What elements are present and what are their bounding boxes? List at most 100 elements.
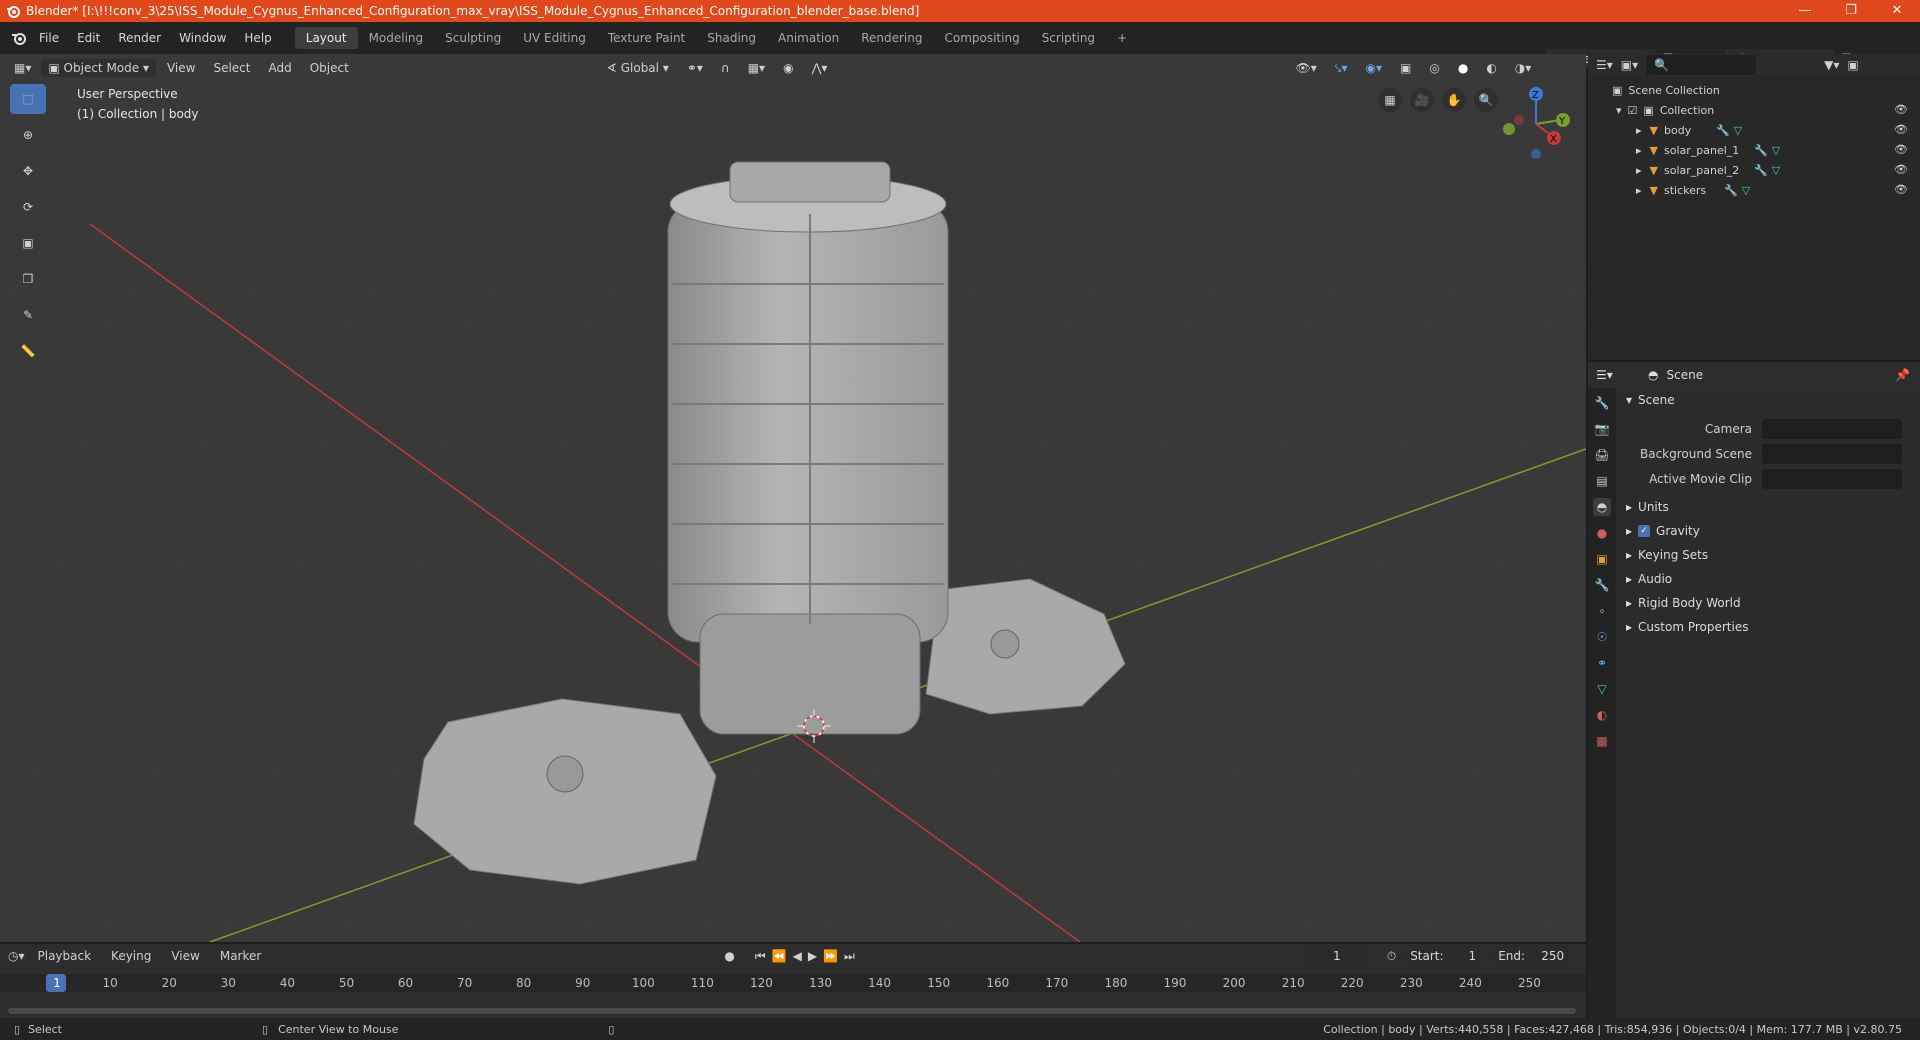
mesh-data-tab-icon[interactable]: ▽ xyxy=(1593,680,1611,698)
blender-menu-icon[interactable] xyxy=(8,29,30,47)
menu-select[interactable]: Select xyxy=(206,59,257,77)
scale-tool-icon[interactable]: ▣ xyxy=(10,228,46,258)
modifier-tab-icon[interactable]: 🔧 xyxy=(1593,576,1611,594)
modifier-wrench-icon[interactable]: 🔧 xyxy=(1724,184,1738,197)
movie-clip-field[interactable] xyxy=(1762,468,1902,489)
gravity-checkbox[interactable]: ✓ xyxy=(1638,525,1651,537)
play-icon[interactable]: ▶ xyxy=(808,949,817,963)
cursor-tool-icon[interactable]: ⊕ xyxy=(10,120,46,150)
output-tab-icon[interactable]: 🖨 xyxy=(1593,446,1611,464)
outliner-item-solar-panel-1[interactable]: ▸ ▼ solar_panel_1 🔧 ▽ 👁 xyxy=(1588,140,1920,160)
navigation-gizmo[interactable]: Z Y X xyxy=(1503,87,1570,159)
prev-keyframe-icon[interactable]: ⏪ xyxy=(772,949,787,963)
particles-tab-icon[interactable]: ∘ xyxy=(1593,602,1611,620)
gravity-section[interactable]: ▸ ✓ Gravity xyxy=(1618,519,1920,543)
snap-target-icon[interactable]: ▦▾ xyxy=(741,59,772,77)
tab-shading[interactable]: Shading xyxy=(696,27,767,49)
visibility-icon[interactable]: 👁▾ xyxy=(1288,59,1323,77)
gizmo-toggle-icon[interactable]: ⤥▾ xyxy=(1328,59,1355,78)
zoom-icon[interactable]: 🔍 xyxy=(1474,88,1498,112)
tab-rendering[interactable]: Rendering xyxy=(850,27,933,49)
outliner-item-body[interactable]: ▸ ▼ body 🔧 ▽ 👁 xyxy=(1588,120,1920,140)
restore-button[interactable]: ❐ xyxy=(1828,0,1874,22)
collapse-arrow-icon[interactable]: ▸ xyxy=(1636,124,1642,137)
display-mode-icon[interactable]: ▣▾ xyxy=(1621,58,1638,72)
outliner-item-stickers[interactable]: ▸ ▼ stickers 🔧 ▽ 👁 xyxy=(1588,180,1920,200)
physics-tab-icon[interactable]: ☉ xyxy=(1593,628,1611,646)
overlay-toggle-icon[interactable]: ◉▾ xyxy=(1359,59,1390,77)
mesh-data-icon[interactable]: ▽ xyxy=(1742,184,1750,197)
rendered-shading-icon[interactable]: ◑▾ xyxy=(1508,59,1539,77)
menu-keying[interactable]: Keying xyxy=(104,947,158,965)
mesh-data-icon[interactable]: ▽ xyxy=(1772,144,1780,157)
outliner-collection[interactable]: ▾ ☑ ▣ Collection 👁 xyxy=(1588,100,1920,120)
pan-hand-icon[interactable]: ✋ xyxy=(1442,88,1466,112)
menu-add[interactable]: Add xyxy=(262,59,299,77)
timeline-scrollbar[interactable] xyxy=(8,1008,1576,1014)
mesh-data-icon[interactable]: ▽ xyxy=(1772,164,1780,177)
outliner-editor-icon[interactable]: ☰▾ xyxy=(1596,58,1613,72)
menu-window[interactable]: Window xyxy=(170,31,235,45)
menu-view[interactable]: View xyxy=(160,59,202,77)
menu-playback[interactable]: Playback xyxy=(31,947,99,965)
eye-icon[interactable]: 👁 xyxy=(1894,163,1908,176)
snap-icon[interactable]: ∩ xyxy=(714,59,737,77)
modifier-wrench-icon[interactable]: 🔧 xyxy=(1716,124,1730,137)
object-tab-icon[interactable]: ▣ xyxy=(1593,550,1611,568)
start-frame-field[interactable]: Start: 1 xyxy=(1402,946,1485,966)
tab-compositing[interactable]: Compositing xyxy=(933,27,1030,49)
new-collection-icon[interactable]: ▣ xyxy=(1847,58,1858,72)
scene-tab-icon[interactable]: ◓ xyxy=(1593,498,1611,516)
stopwatch-icon[interactable]: ⏱ xyxy=(1387,949,1396,964)
viewport-scene[interactable]: Z Y X xyxy=(0,54,1586,942)
audio-section[interactable]: ▸ Audio xyxy=(1618,567,1920,591)
outliner-scene-collection[interactable]: ▣ Scene Collection xyxy=(1588,80,1920,100)
camera-field[interactable] xyxy=(1762,418,1902,439)
tab-scripting[interactable]: Scripting xyxy=(1031,27,1106,49)
menu-timeline-view[interactable]: View xyxy=(164,947,206,965)
outliner-item-solar-panel-2[interactable]: ▸ ▼ solar_panel_2 🔧 ▽ 👁 xyxy=(1588,160,1920,180)
xray-icon[interactable]: ▣ xyxy=(1393,59,1418,77)
checkbox-icon[interactable]: ☑ xyxy=(1628,104,1638,117)
close-button[interactable]: ✕ xyxy=(1874,0,1920,22)
tab-uv-editing[interactable]: UV Editing xyxy=(512,27,597,49)
current-frame-field[interactable]: 1 xyxy=(1300,946,1373,966)
move-tool-icon[interactable]: ✥ xyxy=(10,156,46,186)
editor-type-icon[interactable]: ▦▾ xyxy=(8,61,37,75)
menu-object[interactable]: Object xyxy=(303,59,356,77)
material-shading-icon[interactable]: ◐ xyxy=(1479,59,1503,77)
pivot-icon[interactable]: ⚭▾ xyxy=(680,59,710,77)
collapse-arrow-icon[interactable]: ▸ xyxy=(1636,184,1642,197)
outliner-search-input[interactable]: 🔍 xyxy=(1646,55,1757,75)
filter-icon[interactable]: ▼▾ xyxy=(1824,58,1839,72)
orientation-dropdown[interactable]: ∢ Global ▾ xyxy=(600,59,676,77)
pin-icon[interactable]: 📌 xyxy=(1895,368,1910,382)
background-scene-field[interactable] xyxy=(1762,443,1902,464)
next-keyframe-icon[interactable]: ⏩ xyxy=(823,949,838,963)
scene-section-header[interactable]: ▾ Scene xyxy=(1618,388,1920,412)
tab-texture-paint[interactable]: Texture Paint xyxy=(597,27,696,49)
timeline-ruler[interactable]: 1 10 20 30 40 50 60 70 80 90 100 110 120 130 140 150 160… xyxy=(0,974,1586,992)
modifier-wrench-icon[interactable]: 🔧 xyxy=(1754,144,1768,157)
texture-tab-icon[interactable]: ▩ xyxy=(1593,732,1611,750)
record-icon[interactable]: ● xyxy=(724,949,734,963)
eye-icon[interactable]: 👁 xyxy=(1894,183,1908,196)
transform-tool-icon[interactable]: ❒ xyxy=(10,264,46,294)
tab-sculpting[interactable]: Sculpting xyxy=(434,27,512,49)
modifier-wrench-icon[interactable]: 🔧 xyxy=(1754,164,1768,177)
jump-end-icon[interactable]: ⏭ xyxy=(844,949,855,964)
solid-shading-icon[interactable]: ● xyxy=(1451,59,1475,77)
annotate-tool-icon[interactable]: ✎ xyxy=(10,300,46,330)
play-reverse-icon[interactable]: ◀ xyxy=(793,949,802,963)
menu-edit[interactable]: Edit xyxy=(68,31,109,45)
grid-view-icon[interactable]: ▦ xyxy=(1378,88,1402,112)
3d-viewport[interactable]: Z Y X ▦▾ ▣ Object Mode ▾ View Select Add… xyxy=(0,54,1586,942)
end-frame-field[interactable]: End: 250 xyxy=(1490,946,1573,966)
eye-icon[interactable]: 👁 xyxy=(1894,123,1908,136)
wireframe-shading-icon[interactable]: ◎ xyxy=(1422,59,1446,77)
tab-layout[interactable]: Layout xyxy=(294,27,358,49)
menu-render[interactable]: Render xyxy=(109,31,170,45)
falloff-icon[interactable]: ⋀▾ xyxy=(805,59,835,77)
tab-animation[interactable]: Animation xyxy=(767,27,850,49)
timeline-editor-icon[interactable]: ◷▾ xyxy=(8,949,25,963)
